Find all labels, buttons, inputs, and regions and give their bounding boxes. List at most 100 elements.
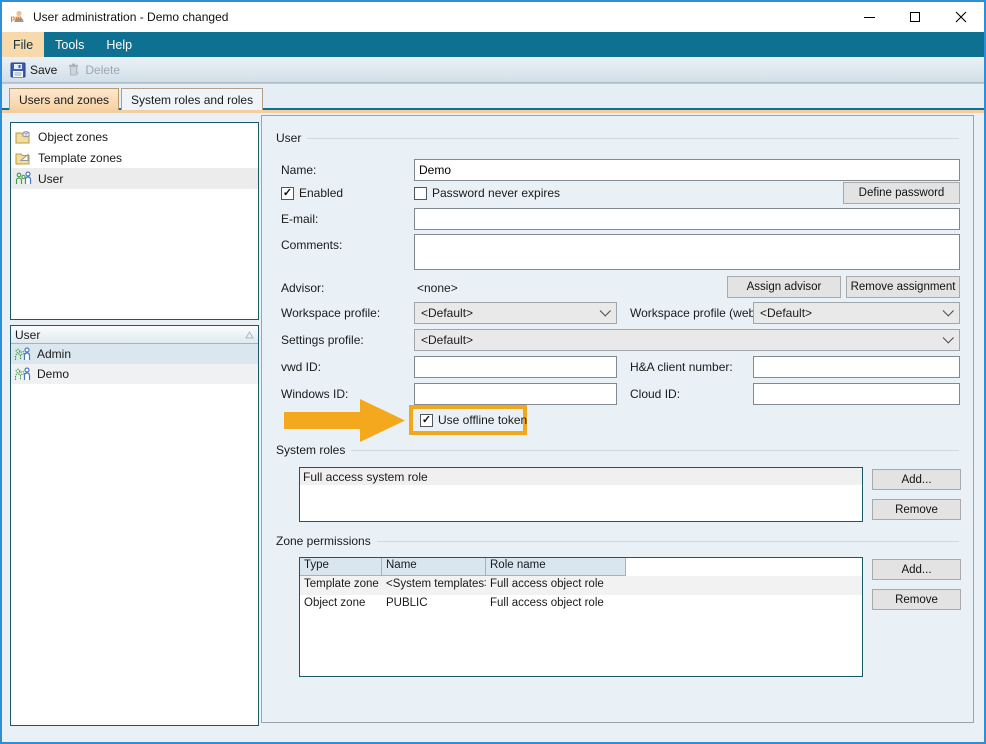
delete-label: Delete [85,63,120,77]
maximize-button[interactable] [892,2,938,32]
cloud-id-input[interactable] [753,383,960,405]
system-roles-add-button[interactable]: Add... [872,469,961,490]
minimize-icon [864,17,875,18]
ha-client-number-label: H&A client number: [630,360,733,374]
minimize-button[interactable] [846,2,892,32]
tree-item-template-zones[interactable]: Template zones [11,147,258,168]
column-header-role-name[interactable]: Role name [486,558,626,576]
vwd-id-input[interactable] [414,356,617,378]
tree-item-label: User [38,172,63,186]
user-list-item-label: Demo [37,367,69,381]
windows-id-input[interactable] [414,383,617,405]
tab-strip: Users and zones System roles and roles [2,83,984,110]
settings-profile-value: <Default> [421,333,473,347]
advisor-value: <none> [417,281,458,295]
save-icon [10,62,26,78]
user-group-header: User [276,131,959,145]
enabled-label: Enabled [299,186,343,200]
chevron-down-icon [943,305,954,316]
tab-system-roles-and-roles[interactable]: System roles and roles [121,88,263,110]
name-input[interactable] [414,159,960,181]
tree-item-object-zones[interactable]: Object zones [11,126,258,147]
vwd-id-label: vwd ID: [281,360,321,374]
workspace-profile-web-select[interactable]: <Default> [753,302,960,324]
zone-permissions-remove-button[interactable]: Remove [872,589,961,610]
annotation-arrow-icon [284,398,406,443]
password-never-expires-checkbox-box[interactable] [414,187,427,200]
system-roles-listbox[interactable]: Full access system role [299,467,863,522]
column-header-type[interactable]: Type [300,558,382,576]
email-input[interactable] [414,208,960,230]
advisor-label: Advisor: [281,281,324,295]
zone-permissions-table[interactable]: Type Name Role name Template zone <Syste… [299,557,863,677]
cell-role-name: Full access object role [486,576,626,595]
zone-permissions-add-button[interactable]: Add... [872,559,961,580]
system-roles-remove-button[interactable]: Remove [872,499,961,520]
user-detail-panel: User Name: Enabled Password never expire… [261,115,974,723]
workspace-profile-label: Workspace profile: [281,306,380,320]
column-header-name[interactable]: Name [382,558,486,576]
user-item-icon [14,367,32,382]
remove-assignment-button[interactable]: Remove assignment [846,276,960,298]
cloud-id-label: Cloud ID: [630,387,680,401]
tree-item-label: Template zones [38,151,122,165]
use-offline-token-checkbox[interactable] [420,414,433,427]
svg-text:pm: pm [11,14,23,23]
user-list-header[interactable]: User [11,326,258,344]
window-title: User administration - Demo changed [33,10,228,24]
folder-template-zones-icon [15,151,33,165]
chevron-down-icon [600,305,611,316]
settings-profile-select[interactable]: <Default> [414,329,960,351]
zone-permissions-table-header: Type Name Role name [300,558,862,576]
menu-help[interactable]: Help [95,32,143,57]
cell-type: Template zone [300,576,382,595]
table-row[interactable]: Object zone PUBLIC Full access object ro… [300,595,862,614]
zone-permissions-group-header: Zone permissions [276,534,959,548]
tree-item-user[interactable]: User [11,168,258,189]
close-icon [955,11,967,23]
group-divider [377,541,959,542]
comments-input[interactable] [414,234,960,270]
user-item-icon [14,347,32,362]
define-password-button[interactable]: Define password [843,182,960,204]
group-divider [307,138,959,139]
app-icon: pm [10,9,26,25]
workspace-profile-web-label: Workspace profile (web): [630,306,763,320]
cell-name: <System templates> [382,576,486,595]
tab-users-and-zones[interactable]: Users and zones [9,88,119,110]
ha-client-number-input[interactable] [753,356,960,378]
table-row[interactable]: Template zone <System templates> Full ac… [300,576,862,595]
offline-token-highlight-box: Use offline token [409,405,527,435]
maximize-icon [910,12,920,22]
system-roles-group-label: System roles [276,443,345,457]
save-label: Save [30,63,57,77]
menu-tools[interactable]: Tools [44,32,95,57]
password-never-expires-checkbox[interactable]: Password never expires [414,186,560,200]
delete-button[interactable]: Delete [63,60,126,79]
password-never-expires-label: Password never expires [432,186,560,200]
chevron-down-icon [943,332,954,343]
assign-advisor-button[interactable]: Assign advisor [727,276,841,298]
enabled-checkbox[interactable]: Enabled [281,186,343,200]
user-group-label: User [276,131,301,145]
user-list-item-admin[interactable]: Admin [11,344,258,364]
menu-file[interactable]: File [2,32,44,57]
save-button[interactable]: Save [7,60,63,80]
system-role-item[interactable]: Full access system role [300,468,862,485]
close-button[interactable] [938,2,984,32]
group-divider [351,450,959,451]
workspace-profile-select[interactable]: <Default> [414,302,617,324]
use-offline-token-label: Use offline token [438,413,527,427]
cell-role-name: Full access object role [486,595,626,614]
title-bar: pm User administration - Demo changed [2,2,984,32]
user-list-panel: User Admin [10,325,259,726]
enabled-checkbox-box[interactable] [281,187,294,200]
workspace-profile-web-value: <Default> [760,306,812,320]
comments-label: Comments: [281,238,342,252]
cell-name: PUBLIC [382,595,486,614]
menu-bar: File Tools Help [2,32,984,57]
user-list-item-demo[interactable]: Demo [11,364,258,384]
zone-permissions-group-label: Zone permissions [276,534,371,548]
workspace-profile-value: <Default> [421,306,473,320]
cell-type: Object zone [300,595,382,614]
